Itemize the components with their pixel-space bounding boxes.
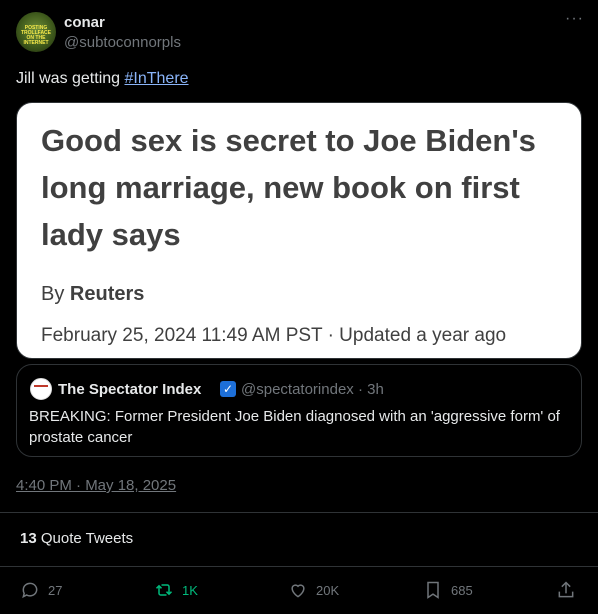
- retweet-icon: [155, 584, 173, 596]
- more-options-icon[interactable]: ···: [565, 10, 584, 28]
- author-name[interactable]: conar: [64, 14, 105, 31]
- article-headline: Good sex is secret to Joe Biden's long m…: [41, 123, 536, 252]
- share-button[interactable]: [556, 578, 576, 602]
- reply-count: 27: [48, 582, 63, 598]
- quote-tweets-link[interactable]: 13 Quote Tweets: [20, 530, 133, 547]
- reply-icon: [22, 582, 38, 599]
- bookmark-button[interactable]: 685: [423, 578, 473, 602]
- quoted-avatar: [30, 378, 52, 400]
- heart-icon: [291, 584, 305, 598]
- author-avatar[interactable]: POSTING TROLLFACE ON THE INTERNET: [16, 12, 56, 52]
- article-dateline: February 25, 2024 11:49 AM PST · Updated…: [41, 325, 507, 346]
- author-handle[interactable]: @subtoconnorpls: [64, 34, 181, 51]
- byline-prefix: By: [41, 283, 70, 305]
- tweet-text-prefix: Jill was getting: [16, 70, 125, 87]
- quoted-tweet-card[interactable]: The Spectator Index ✓ @spectatorindex · …: [16, 364, 582, 457]
- article-byline: By Reuters: [41, 283, 144, 306]
- bookmark-count: 685: [451, 582, 473, 598]
- divider: [0, 512, 598, 513]
- retweet-button[interactable]: 1K: [154, 578, 198, 602]
- media-image-card[interactable]: Good sex is secret to Joe Biden's long m…: [16, 102, 582, 359]
- hashtag-link[interactable]: #InThere: [125, 70, 189, 87]
- quote-tweets-count: 13: [20, 530, 37, 547]
- retweet-count: 1K: [182, 582, 198, 598]
- quoted-author-name: The Spectator Index: [58, 381, 202, 398]
- quote-tweets-label: Quote Tweets: [36, 530, 134, 547]
- like-count: 20K: [316, 582, 340, 598]
- share-icon: [558, 581, 574, 598]
- divider: [0, 566, 598, 567]
- tweet-timestamp[interactable]: 4:40 PM · May 18, 2025: [16, 477, 176, 494]
- quoted-tweet-text: BREAKING: Former President Joe Biden dia…: [29, 408, 560, 446]
- verified-badge-icon: ✓: [220, 381, 236, 397]
- tweet-text: Jill was getting #InThere: [16, 70, 189, 88]
- quoted-handle-time: @spectatorindex · 3h: [241, 381, 384, 398]
- like-button[interactable]: 20K: [288, 578, 339, 602]
- avatar-caption: POSTING TROLLFACE ON THE INTERNET: [21, 25, 51, 46]
- reply-button[interactable]: 27: [20, 578, 62, 602]
- byline-source: Reuters: [69, 283, 145, 305]
- avatar-logo-mark: [34, 385, 48, 391]
- bookmark-icon: [427, 581, 439, 599]
